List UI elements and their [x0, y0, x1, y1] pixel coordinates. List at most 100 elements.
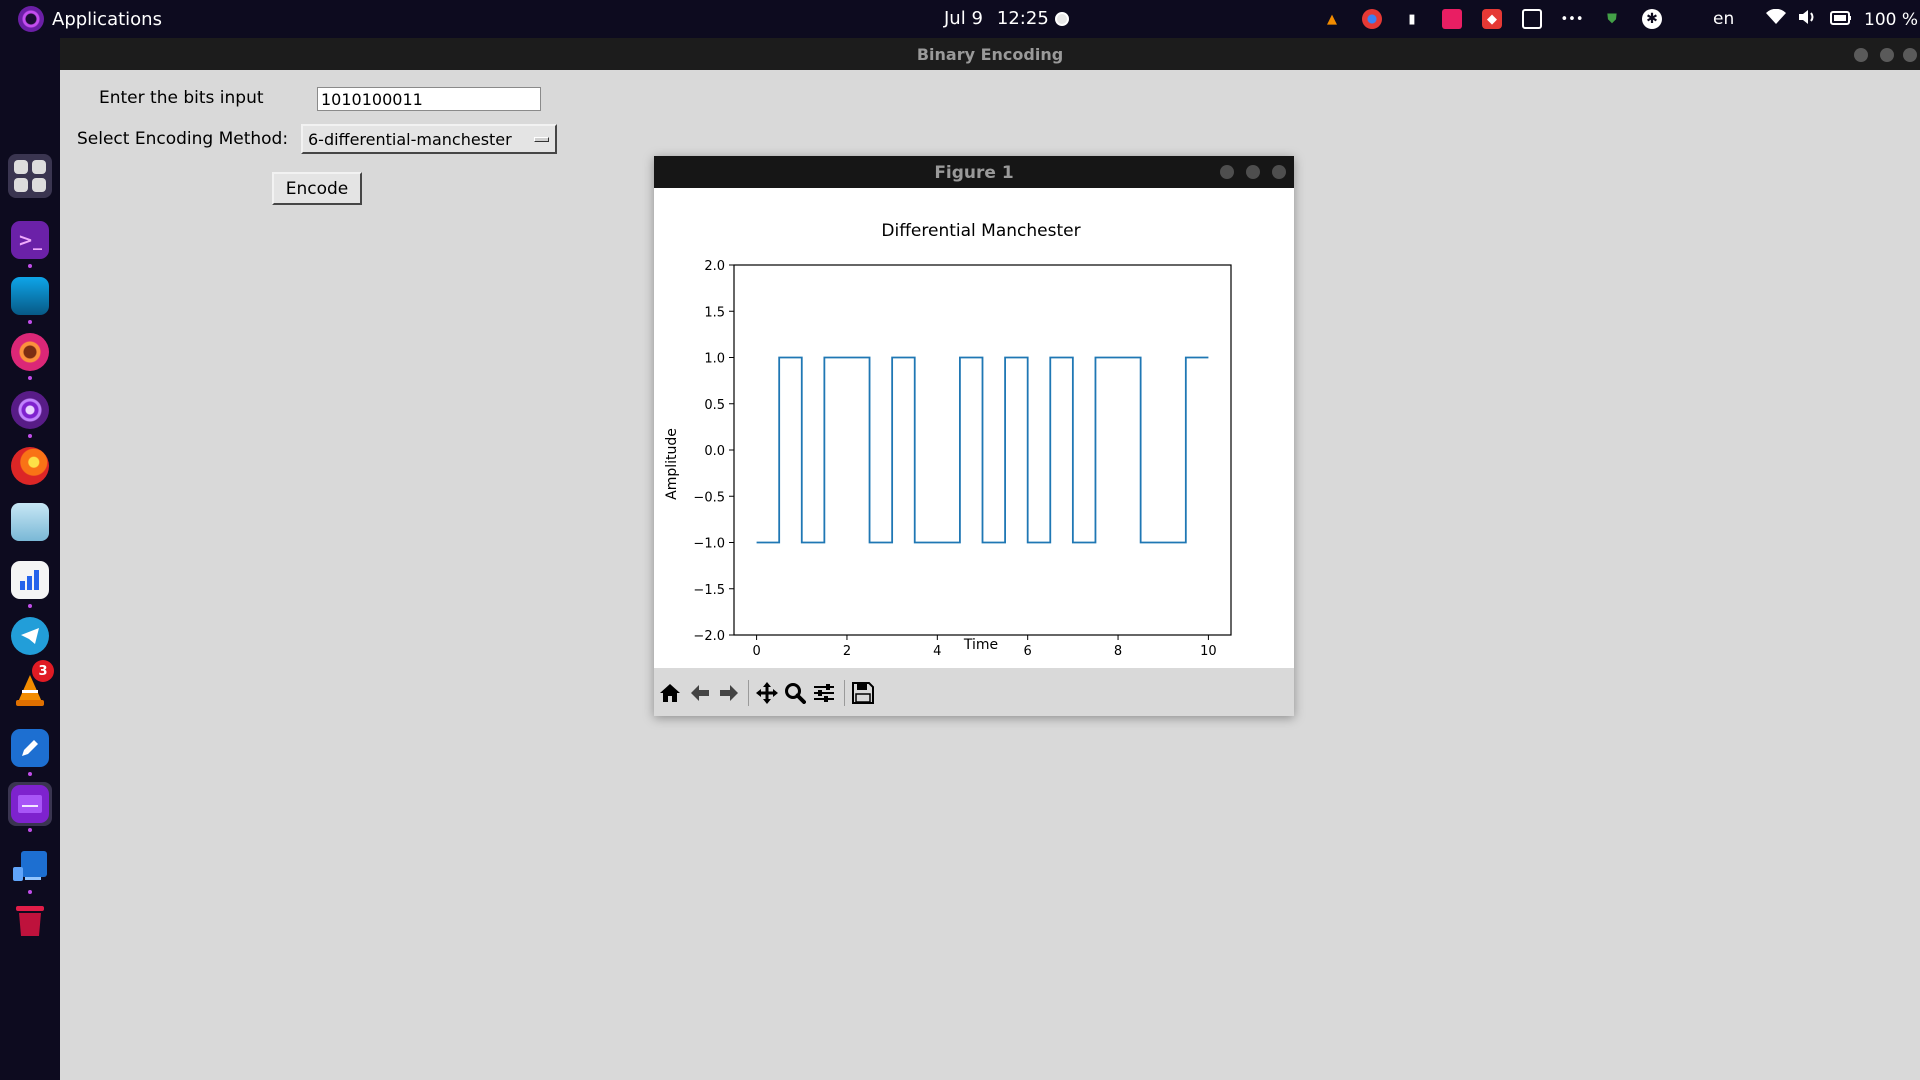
running-indicator — [28, 264, 32, 268]
window-icon — [11, 785, 49, 823]
dock-app-grid[interactable] — [8, 154, 52, 198]
toolbar-separator — [748, 680, 749, 706]
bits-input-label: Enter the bits input — [99, 88, 264, 108]
top-panel: Applications Jul 9 12:25 ▲ ▮ ◆ ••• ⛊ ✱ e… — [0, 0, 1920, 38]
axes: 0 2 4 6 8 10 −2.0 −1.5 −1.0 −0.5 0.0 0.5 1.0 1.5 2.0 — [693, 259, 1232, 659]
y-tick-label: 1.0 — [704, 352, 725, 367]
keyboard-layout[interactable]: en — [1713, 9, 1734, 29]
option-menu-indicator-icon — [534, 137, 549, 142]
desktop-icon — [11, 847, 49, 885]
forward-icon[interactable] — [717, 682, 741, 704]
back-icon[interactable] — [688, 682, 712, 704]
x-tick-label: 8 — [1114, 644, 1122, 659]
dock-text-editor[interactable] — [8, 726, 52, 776]
accessibility-icon[interactable]: ✱ — [1642, 9, 1662, 29]
battery-icon — [1830, 10, 1852, 30]
record-indicator-icon[interactable] — [1055, 12, 1069, 26]
dock-trash[interactable] — [8, 898, 52, 942]
dock-stats-app[interactable] — [8, 558, 52, 608]
clipboard-tray-icon[interactable] — [1522, 9, 1542, 29]
save-icon[interactable] — [851, 682, 875, 704]
x-tick-label: 6 — [1024, 644, 1032, 659]
dock-terminal[interactable]: >_ — [8, 218, 52, 268]
tor-icon — [11, 391, 49, 429]
maximize-button[interactable] — [1880, 48, 1894, 62]
close-button[interactable] — [1903, 48, 1917, 62]
y-tick-label: 0.5 — [704, 398, 725, 413]
y-tick-label: −1.5 — [693, 583, 725, 598]
encoding-method-select[interactable]: 6-differential-manchester — [301, 124, 557, 154]
bits-input[interactable] — [317, 87, 541, 111]
applications-menu[interactable]: Applications — [18, 6, 162, 32]
chart-title: Differential Manchester — [881, 221, 1080, 241]
x-tick-label: 10 — [1200, 644, 1217, 659]
running-indicator — [28, 320, 32, 324]
dock-anime-app[interactable] — [8, 500, 52, 544]
applications-label: Applications — [52, 8, 162, 30]
toolbar-separator — [844, 680, 845, 706]
dock-files[interactable] — [8, 274, 52, 324]
system-status[interactable]: 100 % — [1766, 8, 1919, 30]
shield-red-tray-icon[interactable] — [1442, 9, 1462, 29]
running-indicator — [28, 376, 32, 380]
x-tick-label: 4 — [933, 644, 941, 659]
figure-toolbar — [654, 668, 1294, 716]
telegram-icon — [11, 617, 49, 655]
dock-firefox[interactable] — [8, 444, 52, 488]
minimize-button[interactable] — [1854, 48, 1868, 62]
home-icon[interactable] — [658, 682, 682, 704]
running-indicator — [28, 434, 32, 438]
window-titlebar[interactable]: Binary Encoding — [60, 38, 1920, 70]
notification-badge: 3 — [32, 660, 54, 682]
running-indicator — [28, 890, 32, 894]
y-tick-label: −1.0 — [693, 537, 725, 552]
dock-python-app[interactable] — [8, 782, 52, 832]
clock-time: 12:25 — [996, 8, 1049, 29]
grid-icon — [14, 160, 46, 192]
figure-titlebar[interactable]: Figure 1 — [654, 156, 1294, 188]
vlc-tray-icon[interactable]: ▲ — [1322, 9, 1342, 29]
security-tray-icon[interactable]: ⛊ — [1602, 9, 1622, 29]
clock[interactable]: Jul 9 12:25 — [944, 8, 1049, 29]
chrome-icon — [11, 333, 49, 371]
figure-close-button[interactable] — [1272, 165, 1286, 179]
folder-icon — [11, 277, 49, 315]
figure-window: Figure 1 Differential Manchester Time Am… — [654, 156, 1294, 716]
dock-tor-browser[interactable] — [8, 388, 52, 438]
configure-icon[interactable] — [812, 682, 836, 704]
battery-percent: 100 % — [1864, 9, 1919, 30]
distro-logo-icon — [18, 6, 44, 32]
bar-chart-icon — [11, 561, 49, 599]
anydesk-tray-icon[interactable]: ◆ — [1482, 9, 1502, 29]
figure-maximize-button[interactable] — [1246, 165, 1260, 179]
more-tray-icon[interactable]: ••• — [1561, 9, 1584, 29]
window-title: Binary Encoding — [916, 45, 1064, 64]
figure-minimize-button[interactable] — [1220, 165, 1234, 179]
dock-remote-desktop[interactable] — [8, 844, 52, 894]
encode-button[interactable]: Encode — [272, 172, 362, 205]
pencil-icon — [11, 729, 49, 767]
chrome-tray-icon[interactable] — [1362, 9, 1382, 29]
volume-icon — [1798, 9, 1818, 30]
running-indicator — [28, 604, 32, 608]
running-indicator — [28, 828, 32, 832]
dock-telegram[interactable] — [8, 614, 52, 658]
dock: >_ 3 — [0, 38, 60, 1080]
x-tick-label: 0 — [752, 644, 760, 659]
system-tray: ▲ ▮ ◆ ••• ⛊ ✱ — [1322, 9, 1682, 29]
y-tick-label: 2.0 — [704, 259, 725, 274]
figure-title: Figure 1 — [934, 163, 1014, 183]
encoding-method-label: Select Encoding Method: — [77, 129, 289, 149]
signal-tray-icon[interactable]: ▮ — [1402, 9, 1422, 29]
y-tick-label: −0.5 — [693, 490, 725, 505]
plot-canvas[interactable]: Differential Manchester Time Amplitude 0… — [654, 188, 1294, 668]
zoom-icon[interactable] — [783, 682, 807, 704]
dock-chrome[interactable] — [8, 330, 52, 380]
avatar-icon — [11, 503, 49, 541]
running-indicator — [28, 772, 32, 776]
y-tick-label: 1.5 — [704, 305, 725, 320]
pan-icon[interactable] — [755, 682, 779, 704]
dock-vlc[interactable]: 3 — [8, 660, 54, 712]
trash-icon — [11, 901, 49, 939]
clock-date: Jul 9 — [944, 8, 983, 29]
